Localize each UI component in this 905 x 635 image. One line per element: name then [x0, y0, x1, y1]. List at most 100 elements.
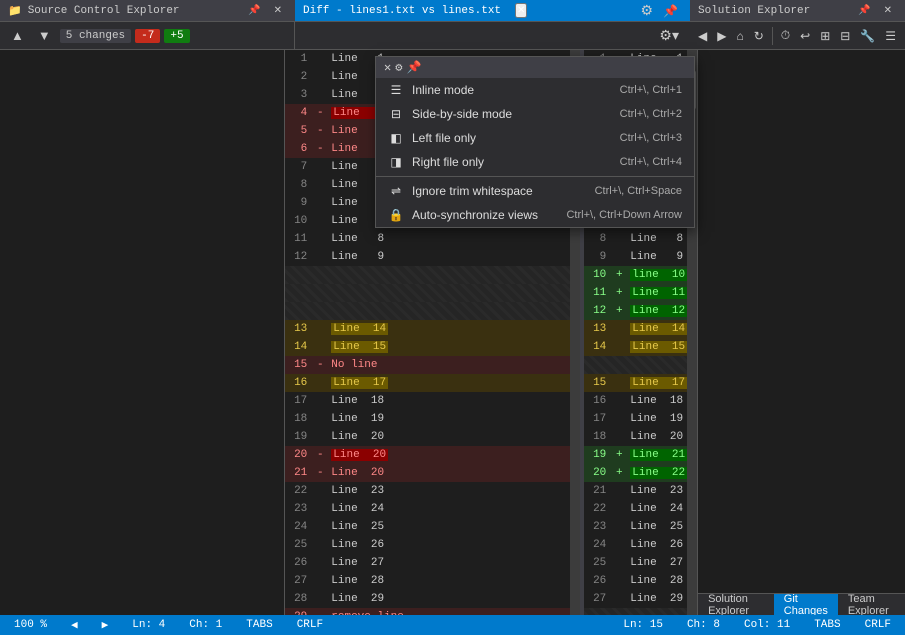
bottom-tab-team-explorer[interactable]: Team Explorer: [838, 594, 905, 615]
diff-line-row: 22 Line 23: [285, 482, 570, 500]
line-content: Line 19: [626, 413, 687, 425]
diff-line-row: 21-Line 20: [285, 464, 570, 482]
diff-line-row: [285, 266, 570, 284]
rt-wrench-btn[interactable]: 🔧: [856, 26, 879, 46]
line-number: 19: [285, 431, 313, 443]
line-content: Line 9: [626, 251, 687, 263]
line-number: 1: [285, 53, 313, 65]
rt-timer-btn[interactable]: ⏱: [777, 25, 794, 46]
line-content: Line 25: [327, 521, 570, 533]
rt-menu-btn[interactable]: ☰: [881, 26, 900, 46]
right-ln: Ln: 15: [617, 619, 669, 631]
diff-settings-icon[interactable]: ⚙: [636, 0, 657, 21]
left-ch: Ch: 1: [183, 619, 228, 631]
menu-items: ☰ Inline mode Ctrl+\, Ctrl+1 ⊟ Side-by-s…: [376, 78, 694, 227]
line-content: Line 28: [327, 575, 570, 587]
diff-title-label: Diff - lines1.txt vs lines.txt: [303, 5, 501, 17]
diff-line-row: 20-Line 20: [285, 446, 570, 464]
menu-item-left-only[interactable]: ◧ Left file only Ctrl+\, Ctrl+3: [376, 126, 694, 150]
line-number: 18: [285, 413, 313, 425]
line-number: 25: [584, 557, 612, 569]
line-number: 6: [285, 143, 313, 155]
diff-line-row: 10+line 10: [584, 266, 687, 284]
rt-refresh-btn[interactable]: ↻: [750, 26, 768, 46]
right-panel: Solution ExplorerGit ChangesTeam Explore…: [697, 50, 905, 615]
line-number: 10: [285, 215, 313, 227]
menu-item-side-by-side[interactable]: ⊟ Side-by-side mode Ctrl+\, Ctrl+2: [376, 102, 694, 126]
line-content: Line 8: [327, 233, 570, 245]
menu-item-icon-auto-sync: 🔒: [388, 208, 404, 222]
diff-line-row: 13Line 14: [285, 320, 570, 338]
line-number: 16: [584, 395, 612, 407]
line-content: Line 28: [626, 575, 687, 587]
source-control-icon: 📁: [8, 4, 22, 18]
line-number: 14: [285, 341, 313, 353]
source-control-title: 📁 Source Control Explorer 📌 ✕: [0, 0, 295, 22]
menu-pin-icon[interactable]: 📌: [406, 60, 421, 75]
line-number: 21: [584, 485, 612, 497]
line-marker: +: [612, 305, 626, 317]
line-content: Line 22: [626, 467, 687, 479]
line-number: 24: [285, 521, 313, 533]
pin-btn[interactable]: 📌: [243, 2, 265, 19]
line-number: 22: [584, 503, 612, 515]
solution-explorer-label: Solution Explorer: [698, 5, 810, 17]
diff-line-row: 11+Line 11: [584, 284, 687, 302]
rt-undo-btn[interactable]: ↩: [796, 26, 814, 46]
line-number: 23: [584, 521, 612, 533]
sol-pin-btn[interactable]: 📌: [853, 2, 875, 19]
gear-btn[interactable]: ⚙▾: [654, 24, 684, 47]
line-content: Line 20: [327, 467, 570, 479]
line-content: Line 15: [626, 341, 687, 353]
line-marker: +: [612, 287, 626, 299]
line-number: 13: [584, 323, 612, 335]
rt-forward-btn[interactable]: ▶: [713, 26, 730, 46]
line-content: Line 25: [626, 521, 687, 533]
diff-line-row: 15-No line: [285, 356, 570, 374]
diff-pin-icon[interactable]: 📌: [659, 0, 682, 21]
close-source-btn[interactable]: ✕: [269, 2, 287, 19]
line-content: Line 8: [626, 233, 687, 245]
line-marker: -: [313, 359, 327, 371]
line-content: Line 23: [327, 485, 570, 497]
rt-home-btn[interactable]: ⌂: [732, 26, 747, 46]
diff-close-btn[interactable]: ✕: [515, 3, 527, 18]
diff-line-row: 19+Line 21: [584, 446, 687, 464]
col-status: Col: 11: [738, 619, 796, 631]
sol-close-btn[interactable]: ✕: [879, 2, 897, 19]
menu-item-label-trim-ws: Ignore trim whitespace: [412, 184, 587, 198]
diff-line-row: 9Line 9: [584, 248, 687, 266]
line-marker: -: [313, 125, 327, 137]
nav-down-btn[interactable]: ▼: [33, 25, 56, 46]
right-arrow-status[interactable]: ▶: [96, 618, 115, 632]
diff-line-row: 25Line 27: [584, 554, 687, 572]
left-toolbar: ▲ ▼ 5 changes -7 +5: [0, 22, 295, 50]
menu-close-icon[interactable]: ✕: [384, 60, 391, 75]
bottom-tab-git-changes[interactable]: Git Changes: [774, 594, 838, 615]
menu-item-inline[interactable]: ☰ Inline mode Ctrl+\, Ctrl+1: [376, 78, 694, 102]
line-content: Line 24: [626, 503, 687, 515]
line-number: 18: [584, 431, 612, 443]
menu-item-trim-ws[interactable]: ⇌ Ignore trim whitespace Ctrl+\, Ctrl+Sp…: [376, 179, 694, 203]
menu-item-label-left-only: Left file only: [412, 131, 612, 145]
diff-tab[interactable]: Diff - lines1.txt vs lines.txt ✕ ⚙ 📌: [295, 0, 690, 22]
rt-layout-btn[interactable]: ⊞: [816, 26, 834, 46]
right-toolbar: ◀ ▶ ⌂ ↻ ⏱ ↩ ⊞ ⊟ 🔧 ☰: [690, 22, 905, 50]
menu-settings-icon[interactable]: ⚙: [395, 60, 402, 75]
menu-item-icon-right-only: ◨: [388, 155, 404, 169]
line-number: 7: [285, 161, 313, 173]
left-arrow-status[interactable]: ◀: [65, 618, 84, 632]
menu-item-auto-sync[interactable]: 🔒 Auto-synchronize views Ctrl+\, Ctrl+Do…: [376, 203, 694, 227]
line-number: 19: [584, 449, 612, 461]
menu-item-shortcut-trim-ws: Ctrl+\, Ctrl+Space: [595, 185, 682, 197]
diff-line-row: [584, 608, 687, 615]
right-crlf: CRLF: [859, 619, 897, 631]
nav-up-btn[interactable]: ▲: [6, 25, 29, 46]
left-tabs: TABS: [240, 619, 278, 631]
rt-back-btn[interactable]: ◀: [694, 26, 711, 46]
bottom-tab-solution-explorer[interactable]: Solution Explorer: [698, 594, 774, 615]
menu-item-right-only[interactable]: ◨ Right file only Ctrl+\, Ctrl+4: [376, 150, 694, 174]
rt-layout2-btn[interactable]: ⊟: [836, 26, 854, 46]
line-number: 22: [285, 485, 313, 497]
line-marker: -: [313, 449, 327, 461]
